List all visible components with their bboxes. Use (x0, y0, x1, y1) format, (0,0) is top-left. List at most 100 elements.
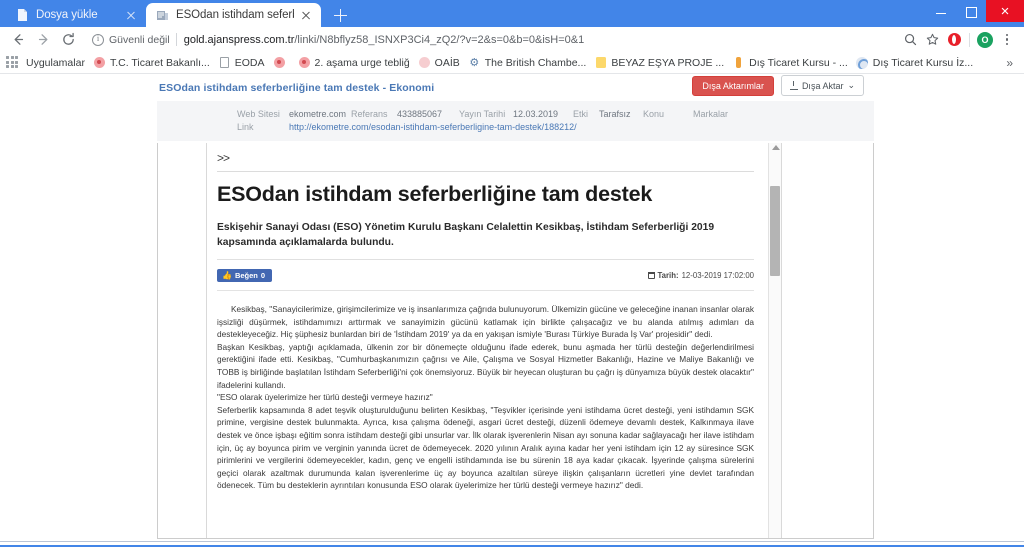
url-host: gold.ajanspress.com.tr (183, 33, 295, 46)
bookmark-item-2[interactable] (271, 53, 296, 73)
exports-button[interactable]: Dışa Aktarımlar (692, 75, 774, 96)
article-frame-right-gutter (781, 143, 873, 538)
url-text: gold.ajanspress.com.tr/linki/N8bflyz58_I… (184, 34, 886, 46)
close-window-button[interactable]: × (986, 0, 1024, 22)
bookmark-item-5-label: The British Chambe... (484, 56, 587, 69)
url-path: /linki/N8bflyz58_ISNXP3Ci4_zQ2/?v=2&s=0&… (294, 33, 585, 46)
bookmark-item-5[interactable]: ⚙ The British Chambe... (466, 53, 593, 73)
forward-icon[interactable] (31, 27, 56, 52)
bookmark-item-4-label: OAİB (434, 56, 460, 69)
scrollbar-thumb[interactable] (770, 186, 780, 276)
meta-website-label: Web Sitesi (237, 109, 280, 119)
bookmark-item-0-label: T.C. Ticaret Bakanlı... (109, 56, 210, 69)
article: >> ESOdan istihdam seferberliğine tam de… (207, 143, 768, 538)
meta-link-url[interactable]: http://ekometre.com/esodan-istihdam-sefe… (289, 121, 577, 134)
facebook-like-count: 0 (260, 270, 266, 280)
red-dot-favicon-icon (273, 56, 286, 69)
article-lead: Eskişehir Sanayi Odası (ESO) Yönetim Kur… (217, 220, 754, 260)
back-icon[interactable] (6, 27, 31, 52)
meta-link-label: Link (237, 122, 254, 132)
opera-extension-icon[interactable] (943, 29, 965, 51)
article-scrollbar[interactable] (768, 143, 781, 538)
meta-row-primary: Web Sitesi ekometre.com Referans 4338850… (237, 107, 866, 121)
bookmark-item-6[interactable]: BEYAZ EŞYA PROJE ... (592, 53, 730, 73)
divider (969, 32, 970, 47)
window-controls: × (926, 0, 1024, 27)
pink-swoosh-favicon-icon (418, 56, 431, 69)
article-paragraph: Kesikbaş, "Sanayicilerimize, girişimcile… (217, 304, 754, 340)
article-date: Tarih: 12-03-2019 17:02:00 (647, 271, 754, 280)
kebab-menu-icon[interactable] (996, 29, 1018, 51)
bookmarks-bar: Uygulamalar T.C. Ticaret Bakanlı... EODA… (0, 52, 1024, 74)
yellow-note-favicon-icon (594, 56, 607, 69)
bookmarks-overflow-icon[interactable]: » (1001, 56, 1018, 70)
meta-subject-label: Konu (643, 109, 665, 119)
reload-icon[interactable] (56, 27, 81, 52)
article-paragraph: "ESO olarak üyelerimize her türlü desteğ… (217, 392, 433, 403)
facebook-like-button[interactable]: 👍 Beğen 0 (217, 269, 273, 282)
gear-favicon-icon: ⚙ (469, 56, 480, 69)
search-icon[interactable] (899, 29, 921, 51)
bookmark-item-3-label: 2. aşama urge tebliğ (314, 56, 410, 69)
close-icon[interactable] (299, 8, 313, 22)
meta-website-value: ekometre.com (289, 109, 347, 119)
meta-neutrality-value: Tarafsız (599, 109, 631, 119)
calendar-icon (647, 272, 655, 279)
document-icon (16, 9, 29, 22)
bookmark-apps-label: Uygulamalar (26, 56, 85, 69)
article-date-value: 12-03-2019 17:02:00 (681, 271, 754, 280)
close-icon[interactable] (124, 8, 138, 22)
profile-avatar[interactable]: O (974, 29, 996, 51)
article-date-label: Tarih: (657, 271, 679, 280)
bookmark-item-1[interactable]: EODA (216, 53, 271, 73)
expand-chevron-icon[interactable]: >> (217, 151, 754, 171)
meta-row-link: Link http://ekometre.com/esodan-istihdam… (237, 121, 866, 134)
export-icon (789, 81, 798, 90)
address-bar[interactable]: Güvenli değil gold.ajanspress.com.tr/lin… (84, 29, 894, 50)
bookmark-item-3[interactable]: 2. aşama urge tebliğ (296, 53, 416, 73)
divider (217, 171, 754, 172)
star-icon[interactable] (921, 29, 943, 51)
maximize-button[interactable] (956, 0, 986, 22)
meta-brands-label: Markalar (693, 109, 729, 119)
facebook-like-label: Beğen (234, 270, 258, 280)
chevron-down-icon: ⌄ (847, 80, 855, 90)
thumbs-up-icon: 👍 (222, 270, 232, 280)
new-tab-button[interactable] (327, 4, 353, 26)
browser-tab-1[interactable]: Dosya yükle (6, 3, 146, 27)
bookmark-item-8[interactable]: Dış Ticaret Kursu İz... (854, 53, 979, 73)
meta-reference-label: Referans (351, 109, 388, 119)
red-dot-favicon-icon (93, 56, 106, 69)
page-actions: Dışa Aktarımlar Dışa Aktar ⌄ (692, 75, 864, 96)
orange-bar-favicon-icon (732, 56, 745, 69)
browser-toolbar: Güvenli değil gold.ajanspress.com.tr/lin… (0, 27, 1024, 52)
article-scroll-region[interactable]: >> ESOdan istihdam seferberliğine tam de… (207, 143, 768, 538)
bookmark-item-4[interactable]: OAİB (416, 53, 466, 73)
article-paragraph: Başkan Kesikbaş, yaptığı açıklamada, ülk… (217, 341, 754, 390)
export-dropdown-button[interactable]: Dışa Aktar ⌄ (780, 75, 864, 96)
meta-publish-date-label: Yayın Tarihi (459, 109, 506, 119)
bookmark-item-7-label: Dış Ticaret Kursu - ... (749, 56, 848, 69)
info-icon[interactable] (92, 33, 104, 46)
export-dropdown-label: Dışa Aktar (801, 80, 844, 91)
browser-tab-1-title: Dosya yükle (36, 9, 98, 21)
article-frame: >> ESOdan istihdam seferberliğine tam de… (157, 143, 874, 539)
close-icon: × (1000, 2, 1010, 20)
red-dot-favicon-icon (298, 56, 311, 69)
meta-reference-value: 433885067 (397, 109, 443, 119)
window-bottom-edge (0, 541, 1024, 547)
security-status-text: Güvenli değil (109, 33, 170, 46)
bookmark-item-6-label: BEYAZ EŞYA PROJE ... (611, 56, 725, 69)
scroll-up-arrow-icon[interactable] (771, 145, 780, 150)
page-content: ESOdan istihdam seferberliğine tam deste… (0, 74, 1024, 547)
browser-tab-2[interactable]: ESOdan istihdam seferberliğine t (146, 3, 321, 27)
article-body: Kesikbaş, "Sanayicilerimize, girişimcile… (217, 303, 754, 492)
minimize-button[interactable] (926, 0, 956, 22)
bookmark-item-7[interactable]: Dış Ticaret Kursu - ... (730, 53, 854, 73)
bookmark-item-0[interactable]: T.C. Ticaret Bakanlı... (91, 53, 216, 73)
bookmark-item-8-label: Dış Ticaret Kursu İz... (872, 56, 974, 69)
apps-grid-icon[interactable] (6, 56, 19, 69)
blue-circle-favicon-icon (856, 56, 869, 69)
browser-tab-2-title: ESOdan istihdam seferberliğine t (176, 9, 294, 21)
bookmark-apps[interactable]: Uygulamalar (24, 53, 91, 73)
